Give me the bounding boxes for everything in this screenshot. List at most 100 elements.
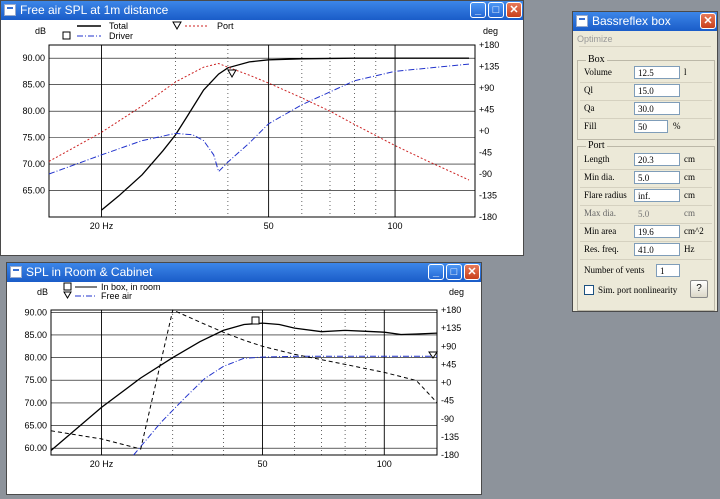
- y-tick-label: 90.00: [22, 53, 45, 63]
- legend-port: Port: [217, 21, 234, 31]
- help-button[interactable]: ?: [690, 280, 708, 298]
- y2-tick-label: +45: [441, 359, 456, 369]
- y2-tick-label: -135: [441, 432, 459, 442]
- close-button[interactable]: ✕: [506, 2, 522, 18]
- window-bassreflex-box: Bassreflex box ✕ Optimize Box Volume 12.…: [572, 11, 718, 312]
- box-group-label: Box: [586, 54, 607, 65]
- min-area-field[interactable]: 19.6: [634, 225, 680, 238]
- port-group-label: Port: [586, 140, 607, 151]
- y-tick-label: 90.00: [24, 307, 47, 317]
- y-tick-label: 65.00: [24, 421, 47, 431]
- volume-unit: l: [684, 67, 687, 77]
- min-dia-label: Min dia.: [584, 172, 615, 182]
- title-bar[interactable]: Bassreflex box ✕: [573, 12, 717, 31]
- y-tick-label: 75.00: [22, 133, 45, 143]
- length-unit: cm: [684, 154, 695, 164]
- maximize-button[interactable]: □: [446, 264, 462, 280]
- square-marker-icon: [62, 31, 71, 40]
- x-tick-label: 100: [388, 221, 403, 231]
- y2-tick-label: +45: [479, 105, 494, 115]
- y-tick-label: 80.00: [22, 106, 45, 116]
- qa-field[interactable]: 30.0: [634, 102, 680, 115]
- title-bar[interactable]: SPL in Room & Cabinet _ □ ✕: [7, 263, 481, 282]
- y-tick-label: 65.00: [22, 186, 45, 196]
- length-label: Length: [584, 154, 610, 164]
- title-bar[interactable]: Free air SPL at 1m distance _ □ ✕: [1, 1, 523, 20]
- fill-field[interactable]: 50: [634, 120, 668, 133]
- divider: [580, 223, 712, 224]
- close-button[interactable]: ✕: [700, 13, 716, 29]
- y2-tick-label: -180: [441, 450, 459, 460]
- window-title: Free air SPL at 1m distance: [20, 3, 169, 17]
- fill-unit: %: [673, 121, 681, 131]
- legend-freeair: Free air: [101, 291, 132, 301]
- minimize-button[interactable]: _: [470, 2, 486, 18]
- triangle-marker-icon: [63, 291, 72, 299]
- window-title: SPL in Room & Cabinet: [26, 265, 153, 279]
- series-line-3: [50, 309, 438, 450]
- tick-labels: 90.00 85.00 80.00 75.00 70.00 65.00 60.00 +180 +…: [24, 305, 461, 469]
- y-tick-label: 85.00: [22, 80, 45, 90]
- min-area-label: Min area: [584, 226, 617, 236]
- x-tick-label: 50: [264, 221, 274, 231]
- window-free-air-spl: Free air SPL at 1m distance _ □ ✕ dB deg…: [0, 0, 524, 256]
- app-icon: [576, 15, 588, 27]
- x-tick-label: 100: [377, 459, 392, 469]
- y-tick-label: 80.00: [24, 353, 47, 363]
- min-area-unit: cm^2: [684, 226, 704, 236]
- min-dia-field[interactable]: 5.0: [634, 171, 680, 184]
- y-left-unit: dB: [37, 287, 48, 297]
- y-right-unit: deg: [449, 287, 464, 297]
- res-freq-field[interactable]: 41.0: [634, 243, 680, 256]
- window-spl-room: SPL in Room & Cabinet _ □ ✕ dB deg In bo…: [6, 262, 482, 495]
- port-resonance-marker-icon[interactable]: [227, 69, 237, 79]
- flare-field[interactable]: inf.: [634, 189, 680, 202]
- spl-chart: dB deg Total Port Driver 90.00 85.00 80.00…: [22, 21, 499, 231]
- close-button[interactable]: ✕: [464, 264, 480, 280]
- end-marker-icon[interactable]: [428, 351, 438, 359]
- y-tick-label: 75.00: [24, 375, 47, 385]
- y2-tick-label: +0: [479, 126, 489, 136]
- peak-marker-icon[interactable]: [251, 316, 260, 325]
- divider: [580, 82, 712, 83]
- res-freq-unit: Hz: [684, 244, 695, 254]
- y2-tick-label: +180: [479, 40, 499, 50]
- minimize-button[interactable]: _: [428, 264, 444, 280]
- x-tick-label: 20 Hz: [90, 459, 114, 469]
- plot-area: dB deg Total Port Driver 90.00 85.00 80.00…: [1, 20, 523, 255]
- length-field[interactable]: 20.3: [634, 153, 680, 166]
- legend: In box, in room Free air: [63, 282, 161, 301]
- app-icon: [4, 4, 16, 16]
- x-tick-label: 20 Hz: [90, 221, 114, 231]
- port-group: Port Length 20.3 cm Min dia. 5.0 cm Flar…: [577, 140, 715, 311]
- series-line-3: [48, 63, 470, 175]
- y2-tick-label: -45: [479, 148, 492, 158]
- divider: [580, 100, 712, 101]
- app-icon: [10, 266, 22, 278]
- series-line-1: [50, 322, 438, 451]
- ql-field[interactable]: 15.0: [634, 84, 680, 97]
- divider: [580, 259, 712, 260]
- volume-field[interactable]: 12.5: [634, 66, 680, 79]
- y-tick-label: 60.00: [24, 443, 47, 453]
- settings-panel: Optimize Box Volume 12.5 l Ql 15.0 Qa 30…: [573, 31, 717, 311]
- max-dia-value: 5.0: [634, 207, 680, 220]
- y2-tick-label: -180: [479, 212, 497, 222]
- max-dia-unit: cm: [684, 208, 695, 218]
- sim-nonlinearity-checkbox[interactable]: [584, 285, 594, 295]
- tick-labels: 90.00 85.00 80.00 75.00 70.00 65.00 +180 +135 +9…: [22, 40, 499, 231]
- maximize-button[interactable]: □: [488, 2, 504, 18]
- y2-tick-label: +90: [479, 83, 494, 93]
- series-line-2: [133, 355, 437, 456]
- menu-optimize[interactable]: Optimize: [577, 34, 613, 44]
- y2-tick-label: -135: [479, 191, 497, 201]
- room-spl-chart: dB deg In box, in room Free air 90.00 85.…: [24, 282, 464, 469]
- flare-unit: cm: [684, 190, 695, 200]
- divider: [580, 241, 712, 242]
- series-lines: [48, 57, 470, 211]
- ql-label: Ql: [584, 85, 593, 95]
- y2-tick-label: -45: [441, 396, 454, 406]
- y-left-unit: dB: [35, 26, 46, 36]
- vents-field[interactable]: 1: [656, 264, 680, 277]
- y2-tick-label: -90: [479, 169, 492, 179]
